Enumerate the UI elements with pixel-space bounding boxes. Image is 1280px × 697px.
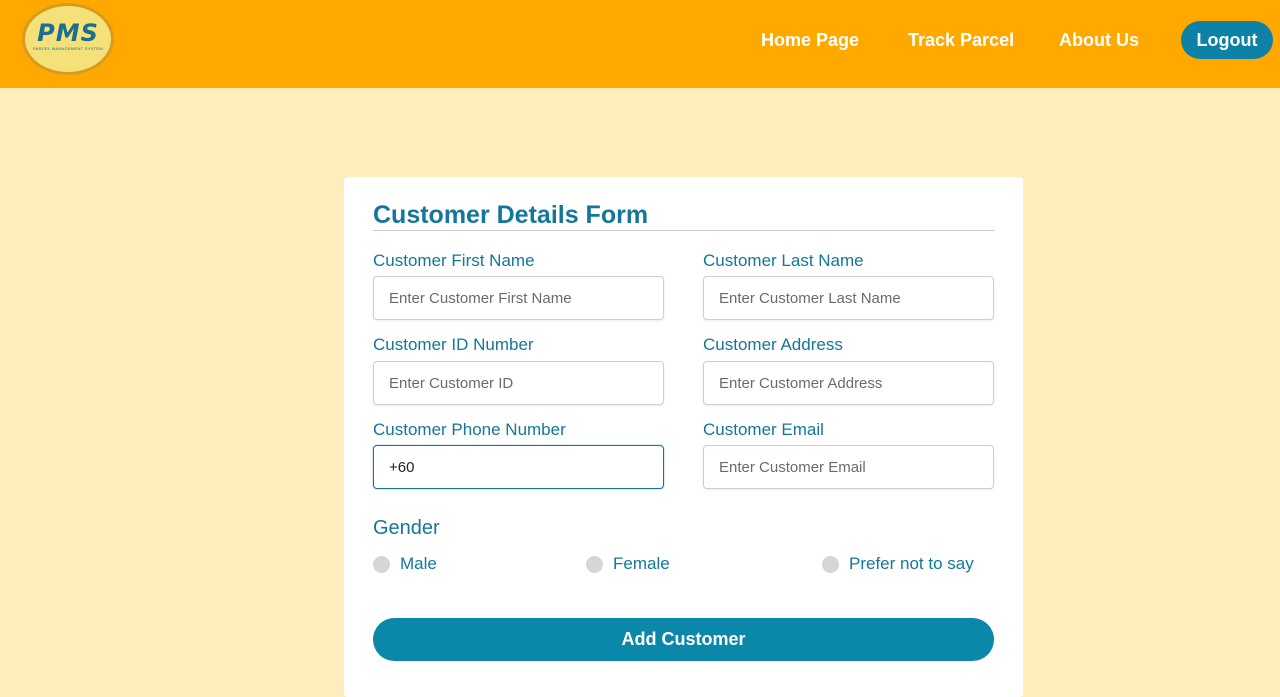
radio-circle-icon[interactable] — [373, 555, 390, 573]
first-name-label: Customer First Name — [373, 251, 535, 270]
radio-label-male: Male — [400, 554, 437, 573]
gender-label: Gender — [373, 517, 440, 539]
email-input[interactable] — [703, 445, 994, 489]
radio-label-female: Female — [613, 554, 670, 573]
gender-radio-female[interactable]: Female — [586, 553, 670, 575]
add-customer-button[interactable]: Add Customer — [373, 618, 994, 661]
title-divider — [373, 230, 994, 231]
logo-text: PMS — [37, 19, 99, 47]
logo-subtext: Parcel Management System — [32, 46, 104, 51]
address-label: Customer Address — [703, 335, 843, 354]
form-title: Customer Details Form — [373, 201, 649, 229]
last-name-input[interactable] — [703, 276, 994, 320]
radio-circle-icon[interactable] — [586, 555, 603, 573]
address-input[interactable] — [703, 361, 994, 405]
gender-radio-prefer-not-to-say[interactable]: Prefer not to say — [822, 553, 974, 575]
gender-radio-male[interactable]: Male — [373, 553, 437, 575]
phone-input[interactable] — [373, 445, 664, 489]
logout-button[interactable]: Logout — [1181, 21, 1273, 59]
last-name-label: Customer Last Name — [703, 251, 864, 270]
customer-form-card: Customer Details Form Customer First Nam… — [344, 177, 1023, 697]
email-label: Customer Email — [703, 420, 824, 439]
pms-logo[interactable]: PMS Parcel Management System — [22, 3, 114, 75]
nav-track-parcel-link[interactable]: Track Parcel — [908, 28, 1014, 52]
radio-label-prefer-not-to-say: Prefer not to say — [849, 554, 974, 573]
nav-about-link[interactable]: About Us — [1059, 28, 1139, 52]
first-name-input[interactable] — [373, 276, 664, 320]
nav-home-link[interactable]: Home Page — [761, 28, 859, 52]
id-number-label: Customer ID Number — [373, 335, 534, 354]
radio-circle-icon[interactable] — [822, 555, 839, 573]
id-number-input[interactable] — [373, 361, 664, 405]
phone-label: Customer Phone Number — [373, 420, 566, 439]
navbar: PMS Parcel Management System Home Page T… — [0, 0, 1280, 88]
